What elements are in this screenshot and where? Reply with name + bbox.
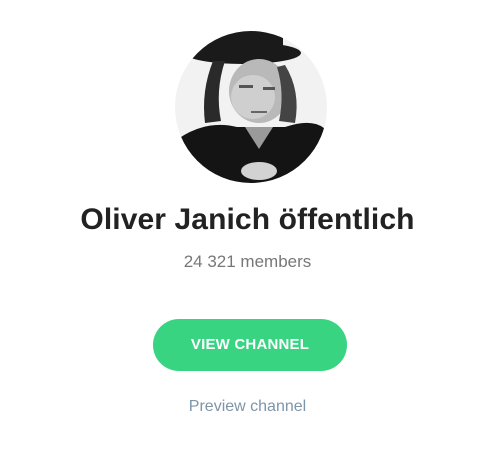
channel-avatar (175, 31, 327, 183)
channel-title: Oliver Janich öffentlich (80, 203, 415, 236)
view-channel-button[interactable]: VIEW CHANNEL (153, 319, 347, 371)
channel-invite-page: Oliver Janich öffentlich 24 321 members … (0, 0, 495, 456)
channel-avatar-photo (175, 31, 327, 183)
member-count: 24 321 members (183, 252, 312, 271)
preview-channel-link[interactable]: Preview channel (0, 398, 495, 416)
